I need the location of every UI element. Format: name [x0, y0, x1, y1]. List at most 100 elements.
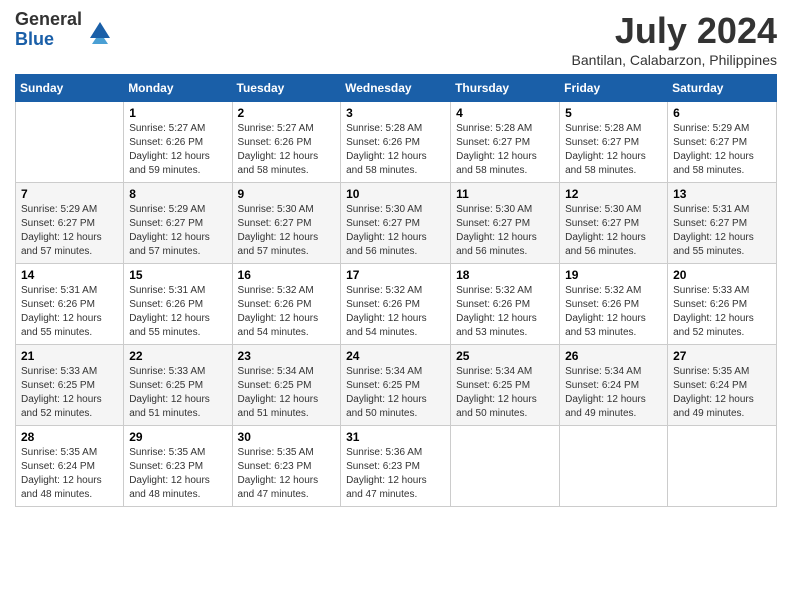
- day-number: 16: [238, 268, 336, 282]
- day-info: Sunrise: 5:29 AM Sunset: 6:27 PM Dayligh…: [673, 122, 771, 178]
- day-info: Sunrise: 5:33 AM Sunset: 6:25 PM Dayligh…: [129, 365, 226, 421]
- day-number: 21: [21, 349, 118, 363]
- day-number: 27: [673, 349, 771, 363]
- logo-general-text: General: [15, 10, 82, 30]
- day-of-week-header: Saturday: [668, 75, 777, 102]
- day-number: 17: [346, 268, 445, 282]
- calendar-cell: 3 Sunrise: 5:28 AM Sunset: 6:26 PM Daylig…: [341, 102, 451, 183]
- logo-blue-text: Blue: [15, 30, 82, 50]
- calendar-cell: 27 Sunrise: 5:35 AM Sunset: 6:24 PM Dayli…: [668, 345, 777, 426]
- day-info: Sunrise: 5:31 AM Sunset: 6:26 PM Dayligh…: [129, 284, 226, 340]
- day-number: 8: [129, 187, 226, 201]
- calendar-cell: 22 Sunrise: 5:33 AM Sunset: 6:25 PM Dayli…: [124, 345, 232, 426]
- calendar-cell: 4 Sunrise: 5:28 AM Sunset: 6:27 PM Daylig…: [451, 102, 560, 183]
- day-info: Sunrise: 5:28 AM Sunset: 6:27 PM Dayligh…: [565, 122, 662, 178]
- calendar-cell: [451, 426, 560, 507]
- calendar-cell: 8Sunrise: 5:29 AM Sunset: 6:27 PM Daylig…: [124, 183, 232, 264]
- day-info: Sunrise: 5:27 AM Sunset: 6:26 PM Dayligh…: [129, 122, 226, 178]
- calendar-cell: 17 Sunrise: 5:32 AM Sunset: 6:26 PM Dayli…: [341, 264, 451, 345]
- calendar-week-row: 1 Sunrise: 5:27 AM Sunset: 6:26 PM Daylig…: [16, 102, 777, 183]
- day-number: 12: [565, 187, 662, 201]
- calendar-cell: 26 Sunrise: 5:34 AM Sunset: 6:24 PM Dayli…: [560, 345, 668, 426]
- day-info: Sunrise: 5:28 AM Sunset: 6:27 PM Dayligh…: [456, 122, 554, 178]
- day-info: Sunrise: 5:35 AM Sunset: 6:24 PM Dayligh…: [21, 446, 118, 502]
- calendar-cell: [560, 426, 668, 507]
- calendar-week-row: 7Sunrise: 5:29 AM Sunset: 6:27 PM Daylig…: [16, 183, 777, 264]
- day-number: 6: [673, 106, 771, 120]
- day-number: 1: [129, 106, 226, 120]
- calendar-cell: 31Sunrise: 5:36 AM Sunset: 6:23 PM Dayli…: [341, 426, 451, 507]
- title-section: July 2024 Bantilan, Calabarzon, Philippi…: [572, 10, 777, 68]
- day-info: Sunrise: 5:34 AM Sunset: 6:25 PM Dayligh…: [456, 365, 554, 421]
- day-number: 4: [456, 106, 554, 120]
- day-number: 24: [346, 349, 445, 363]
- day-number: 28: [21, 430, 118, 444]
- day-info: Sunrise: 5:34 AM Sunset: 6:24 PM Dayligh…: [565, 365, 662, 421]
- calendar-week-row: 14Sunrise: 5:31 AM Sunset: 6:26 PM Dayli…: [16, 264, 777, 345]
- day-info: Sunrise: 5:35 AM Sunset: 6:24 PM Dayligh…: [673, 365, 771, 421]
- calendar-cell: 30Sunrise: 5:35 AM Sunset: 6:23 PM Dayli…: [232, 426, 341, 507]
- day-number: 23: [238, 349, 336, 363]
- calendar-cell: 21 Sunrise: 5:33 AM Sunset: 6:25 PM Dayli…: [16, 345, 124, 426]
- calendar-header: SundayMondayTuesdayWednesdayThursdayFrid…: [16, 75, 777, 102]
- day-number: 2: [238, 106, 336, 120]
- day-of-week-header: Monday: [124, 75, 232, 102]
- calendar-cell: 28 Sunrise: 5:35 AM Sunset: 6:24 PM Dayli…: [16, 426, 124, 507]
- calendar-table: SundayMondayTuesdayWednesdayThursdayFrid…: [15, 74, 777, 507]
- day-number: 25: [456, 349, 554, 363]
- calendar-week-row: 21 Sunrise: 5:33 AM Sunset: 6:25 PM Dayli…: [16, 345, 777, 426]
- month-title: July 2024: [572, 10, 777, 52]
- day-info: Sunrise: 5:32 AM Sunset: 6:26 PM Dayligh…: [238, 284, 336, 340]
- calendar-cell: 29 Sunrise: 5:35 AM Sunset: 6:23 PM Dayli…: [124, 426, 232, 507]
- calendar-cell: 19Sunrise: 5:32 AM Sunset: 6:26 PM Dayli…: [560, 264, 668, 345]
- calendar-cell: 25 Sunrise: 5:34 AM Sunset: 6:25 PM Dayli…: [451, 345, 560, 426]
- header-row: SundayMondayTuesdayWednesdayThursdayFrid…: [16, 75, 777, 102]
- calendar-cell: 1 Sunrise: 5:27 AM Sunset: 6:26 PM Daylig…: [124, 102, 232, 183]
- day-number: 5: [565, 106, 662, 120]
- day-info: Sunrise: 5:27 AM Sunset: 6:26 PM Dayligh…: [238, 122, 336, 178]
- day-of-week-header: Sunday: [16, 75, 124, 102]
- day-info: Sunrise: 5:33 AM Sunset: 6:26 PM Dayligh…: [673, 284, 771, 340]
- day-info: Sunrise: 5:30 AM Sunset: 6:27 PM Dayligh…: [346, 203, 445, 259]
- calendar-cell: [668, 426, 777, 507]
- logo: General Blue: [15, 10, 114, 50]
- day-number: 7: [21, 187, 118, 201]
- day-number: 11: [456, 187, 554, 201]
- day-number: 15: [129, 268, 226, 282]
- day-info: Sunrise: 5:35 AM Sunset: 6:23 PM Dayligh…: [129, 446, 226, 502]
- day-of-week-header: Thursday: [451, 75, 560, 102]
- day-info: Sunrise: 5:30 AM Sunset: 6:27 PM Dayligh…: [456, 203, 554, 259]
- day-info: Sunrise: 5:31 AM Sunset: 6:27 PM Dayligh…: [673, 203, 771, 259]
- page-header: General Blue July 2024 Bantilan, Calabar…: [15, 10, 777, 68]
- calendar-cell: 15 Sunrise: 5:31 AM Sunset: 6:26 PM Dayli…: [124, 264, 232, 345]
- calendar-cell: 13 Sunrise: 5:31 AM Sunset: 6:27 PM Dayli…: [668, 183, 777, 264]
- day-of-week-header: Friday: [560, 75, 668, 102]
- day-number: 19: [565, 268, 662, 282]
- day-number: 22: [129, 349, 226, 363]
- calendar-body: 1 Sunrise: 5:27 AM Sunset: 6:26 PM Daylig…: [16, 102, 777, 507]
- day-info: Sunrise: 5:28 AM Sunset: 6:26 PM Dayligh…: [346, 122, 445, 178]
- day-number: 9: [238, 187, 336, 201]
- calendar-cell: 9Sunrise: 5:30 AM Sunset: 6:27 PM Daylig…: [232, 183, 341, 264]
- location-text: Bantilan, Calabarzon, Philippines: [572, 52, 777, 68]
- day-info: Sunrise: 5:34 AM Sunset: 6:25 PM Dayligh…: [238, 365, 336, 421]
- day-info: Sunrise: 5:34 AM Sunset: 6:25 PM Dayligh…: [346, 365, 445, 421]
- day-info: Sunrise: 5:32 AM Sunset: 6:26 PM Dayligh…: [346, 284, 445, 340]
- calendar-cell: 11 Sunrise: 5:30 AM Sunset: 6:27 PM Dayli…: [451, 183, 560, 264]
- day-number: 13: [673, 187, 771, 201]
- day-number: 29: [129, 430, 226, 444]
- calendar-cell: 18Sunrise: 5:32 AM Sunset: 6:26 PM Dayli…: [451, 264, 560, 345]
- day-info: Sunrise: 5:32 AM Sunset: 6:26 PM Dayligh…: [456, 284, 554, 340]
- calendar-cell: 7Sunrise: 5:29 AM Sunset: 6:27 PM Daylig…: [16, 183, 124, 264]
- day-info: Sunrise: 5:33 AM Sunset: 6:25 PM Dayligh…: [21, 365, 118, 421]
- day-number: 3: [346, 106, 445, 120]
- day-number: 31: [346, 430, 445, 444]
- calendar-cell: 14Sunrise: 5:31 AM Sunset: 6:26 PM Dayli…: [16, 264, 124, 345]
- calendar-cell: 10Sunrise: 5:30 AM Sunset: 6:27 PM Dayli…: [341, 183, 451, 264]
- calendar-cell: 16 Sunrise: 5:32 AM Sunset: 6:26 PM Dayli…: [232, 264, 341, 345]
- calendar-cell: 24 Sunrise: 5:34 AM Sunset: 6:25 PM Dayli…: [341, 345, 451, 426]
- logo-icon: [86, 16, 114, 44]
- day-number: 30: [238, 430, 336, 444]
- day-of-week-header: Wednesday: [341, 75, 451, 102]
- day-number: 26: [565, 349, 662, 363]
